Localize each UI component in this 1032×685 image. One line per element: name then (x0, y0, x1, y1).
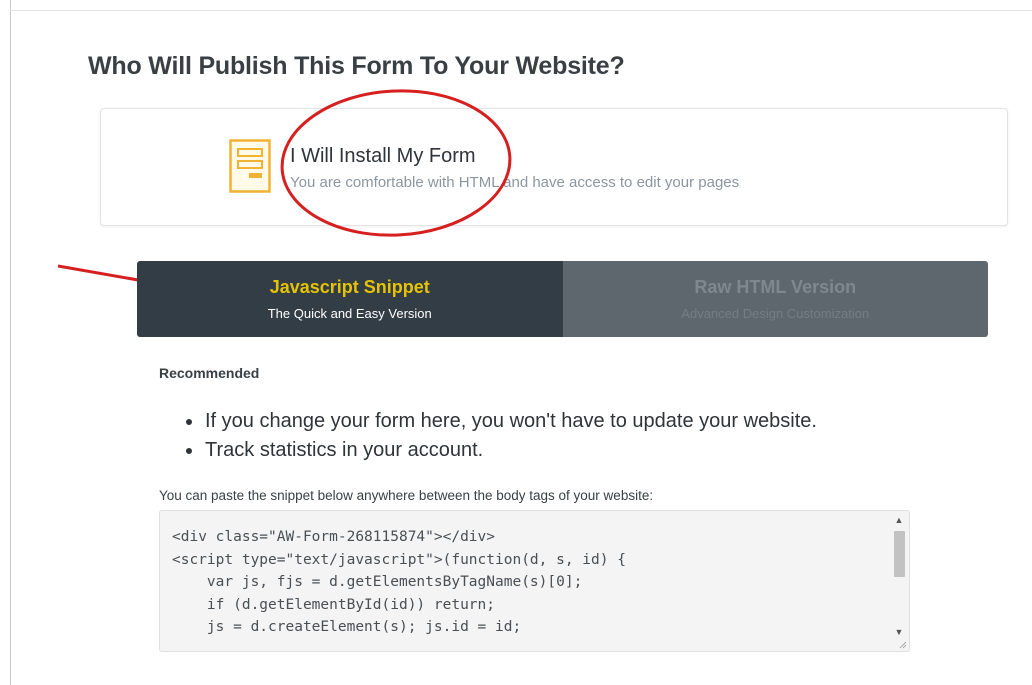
tab-title: Raw HTML Version (694, 277, 857, 297)
option-title: I Will Install My Form (290, 145, 476, 167)
form-document-icon (229, 139, 271, 198)
recommended-label: Recommended (159, 365, 260, 381)
frame-border-left (10, 0, 11, 685)
tab-subtitle: The Quick and Easy Version (267, 306, 432, 321)
list-item: If you change your form here, you won't … (183, 407, 817, 436)
benefits-list: If you change your form here, you won't … (183, 407, 817, 465)
benefit-text: If you change your form here, you won't … (205, 410, 817, 432)
tab-title: Javascript Snippet (269, 277, 430, 297)
bullet-icon (186, 448, 192, 454)
resize-grip-icon[interactable] (899, 641, 907, 649)
page: Who Will Publish This Form To Your Websi… (0, 0, 1032, 685)
code-snippet[interactable]: <div class="AW-Form-268115874"></div> <s… (172, 526, 626, 639)
option-description: You are comfortable with HTML and have a… (290, 174, 740, 191)
bullet-icon (186, 419, 192, 425)
scroll-thumb[interactable] (894, 531, 905, 577)
list-item: Track statistics in your account. (183, 436, 817, 465)
paste-instructions: You can paste the snippet below anywhere… (159, 488, 654, 503)
benefit-text: Track statistics in your account. (205, 439, 484, 461)
frame-border-top (10, 10, 1032, 11)
tab-javascript-snippet[interactable]: Javascript Snippet The Quick and Easy Ve… (137, 261, 563, 337)
chevron-down-icon[interactable]: ▼ (891, 625, 907, 639)
code-snippet-textarea[interactable]: <div class="AW-Form-268115874"></div> <s… (159, 510, 910, 652)
tab-raw-html-version[interactable]: Raw HTML Version Advanced Design Customi… (562, 261, 988, 337)
tab-subtitle: Advanced Design Customization (681, 306, 870, 321)
install-method-tabs: Javascript Snippet The Quick and Easy Ve… (137, 261, 988, 337)
page-title: Who Will Publish This Form To Your Websi… (88, 52, 625, 80)
install-option-card[interactable]: I Will Install My Form You are comfortab… (100, 108, 1008, 226)
vertical-scrollbar[interactable]: ▲ ▼ (891, 513, 907, 647)
chevron-up-icon[interactable]: ▲ (891, 513, 907, 527)
